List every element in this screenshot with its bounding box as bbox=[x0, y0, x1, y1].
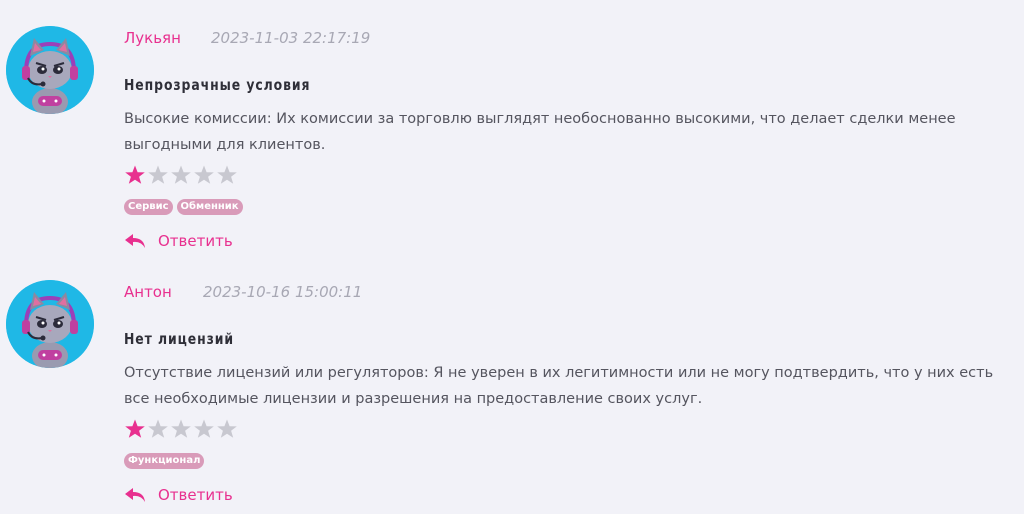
rating-stars bbox=[124, 164, 238, 186]
review-card: Лукьян 2023-11-03 22:17:19 Непрозрачные … bbox=[0, 0, 1024, 254]
review-date: 2023-10-16 15:00:11 bbox=[203, 283, 363, 301]
review-body: Высокие комиссии: Их комиссии за торговл… bbox=[124, 111, 956, 153]
star-filled-icon bbox=[125, 419, 145, 438]
star-empty-icon bbox=[148, 419, 168, 438]
star-empty-icon bbox=[148, 165, 168, 184]
tag-badge[interactable]: Сервис bbox=[124, 199, 173, 215]
review-body: Отсутствие лицензий или регуляторов: Я н… bbox=[124, 365, 994, 407]
tag-badge[interactable]: Обменник bbox=[176, 199, 243, 215]
review-date: 2023-11-03 22:17:19 bbox=[211, 29, 371, 47]
star-empty-icon bbox=[217, 419, 237, 438]
star-empty-icon bbox=[217, 165, 237, 184]
cat-gamer-avatar-icon bbox=[6, 280, 94, 368]
star-empty-icon bbox=[194, 419, 214, 438]
tag-list: Функционал bbox=[124, 453, 205, 469]
reply-label: Ответить bbox=[158, 232, 233, 250]
reply-label: Ответить bbox=[158, 486, 233, 504]
reply-button[interactable]: Ответить bbox=[124, 486, 233, 504]
review-card: Антон 2023-10-16 15:00:11 Нет лицензий О… bbox=[0, 254, 1024, 508]
star-empty-icon bbox=[171, 165, 191, 184]
review-title: Непрозрачные условия bbox=[124, 76, 311, 94]
review-title: Нет лицензий bbox=[124, 330, 234, 348]
star-filled-icon bbox=[125, 165, 145, 184]
star-empty-icon bbox=[171, 419, 191, 438]
tag-list: Сервис Обменник bbox=[124, 199, 243, 215]
reply-arrow-icon bbox=[125, 488, 145, 502]
rating-stars bbox=[124, 418, 238, 440]
star-empty-icon bbox=[194, 165, 214, 184]
cat-gamer-avatar-icon bbox=[6, 26, 94, 114]
tag-badge[interactable]: Функционал bbox=[124, 453, 205, 469]
author-name: Антон bbox=[124, 283, 172, 301]
author-name: Лукьян bbox=[124, 29, 181, 47]
reply-arrow-icon bbox=[125, 234, 145, 248]
reply-button[interactable]: Ответить bbox=[124, 232, 233, 250]
